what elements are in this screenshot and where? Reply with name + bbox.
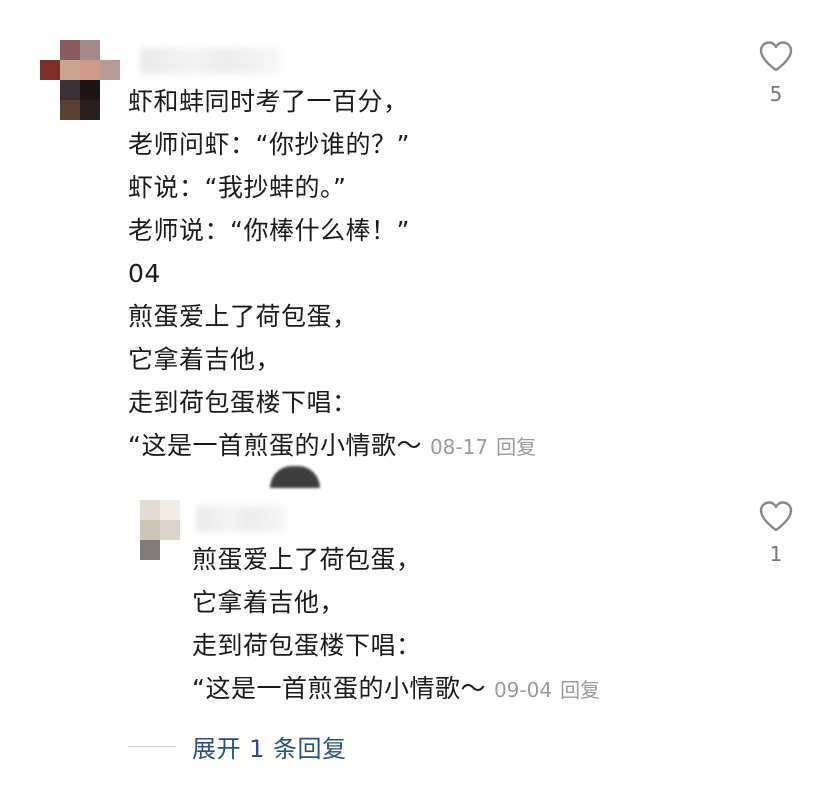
expand-divider — [128, 745, 176, 747]
expand-replies-button[interactable]: 展开 1 条回复 — [192, 729, 347, 764]
comment-line: 虾说：“我抄蚌的。” — [128, 173, 347, 202]
avatar-pixel — [40, 60, 60, 80]
comment-line: 老师问虾：“你抄谁的？” — [128, 130, 410, 159]
reply-button[interactable]: 回复 — [560, 678, 600, 702]
reply-like-count: 1 — [769, 542, 783, 566]
heart-outline-icon — [759, 41, 793, 72]
reply-commenter-name-blurred[interactable] — [196, 506, 286, 532]
commenter-name-blurred[interactable] — [140, 48, 280, 74]
avatar-pixel — [160, 520, 180, 540]
avatar-pixel — [140, 520, 160, 540]
avatar-pixel — [80, 100, 100, 120]
comment-line-last: “这是一首煎蛋的小情歌～ 08-17 回复 — [128, 424, 536, 469]
avatar-pixel — [100, 80, 120, 100]
avatar-pixel — [40, 40, 60, 60]
avatar-pixel — [40, 100, 60, 120]
reply-meta: 09-04 回复 — [494, 678, 600, 702]
comment-line: 走到荷包蛋楼下唱： — [128, 388, 358, 417]
reply-line: “这是一首煎蛋的小情歌～ — [192, 674, 486, 703]
comment-date: 08-17 — [429, 435, 489, 459]
comment-line: 它拿着吉他， — [128, 345, 282, 374]
reply-line-last: “这是一首煎蛋的小情歌～ 09-04 回复 — [192, 667, 600, 712]
reply-date: 09-04 — [493, 678, 553, 702]
avatar-pixel — [80, 40, 100, 60]
avatar-pixel — [40, 80, 60, 100]
avatar-pixel — [80, 60, 100, 80]
avatar-pixel — [60, 80, 80, 100]
expand-replies-row[interactable]: 展开 1 条回复 — [128, 728, 347, 764]
comment-line: 虾和蚌同时考了一百分， — [128, 87, 409, 116]
avatar-pixel — [60, 100, 80, 120]
avatar-pixel — [160, 500, 180, 520]
heart-outline-icon — [759, 501, 793, 532]
avatar-pixel — [80, 80, 100, 100]
avatar-pixel — [140, 540, 160, 560]
reply-line: 它拿着吉他， — [192, 588, 346, 617]
blur-artifact — [270, 466, 320, 488]
comment-line: 04 — [128, 259, 161, 288]
reply-line: 煎蛋爱上了荷包蛋， — [192, 545, 422, 574]
reply-button[interactable]: 回复 — [496, 435, 536, 459]
commenter-avatar[interactable] — [40, 40, 120, 120]
avatar-pixel — [100, 60, 120, 80]
comment-meta: 08-17 回复 — [430, 435, 536, 459]
comment-line: 煎蛋爱上了荷包蛋， — [128, 302, 358, 331]
avatar-pixel — [100, 100, 120, 120]
like-count: 5 — [769, 82, 783, 106]
reply-text: 煎蛋爱上了荷包蛋， 它拿着吉他， 走到荷包蛋楼下唱： “这是一首煎蛋的小情歌～ 0… — [192, 538, 600, 712]
comment-line: 老师说：“你棒什么棒！” — [128, 216, 410, 245]
like-button[interactable]: 5 — [756, 40, 796, 106]
avatar-pixel — [140, 500, 160, 520]
comment-line: “这是一首煎蛋的小情歌～ — [128, 431, 422, 460]
reply-line: 走到荷包蛋楼下唱： — [192, 631, 422, 660]
avatar-pixel — [60, 60, 80, 80]
avatar-pixel — [100, 40, 120, 60]
reply-commenter-avatar[interactable] — [140, 500, 180, 560]
avatar-pixel — [160, 540, 180, 560]
comment-text: 虾和蚌同时考了一百分， 老师问虾：“你抄谁的？” 虾说：“我抄蚌的。” 老师说：… — [128, 80, 536, 469]
avatar-pixel — [60, 40, 80, 60]
reply-like-button[interactable]: 1 — [756, 500, 796, 566]
